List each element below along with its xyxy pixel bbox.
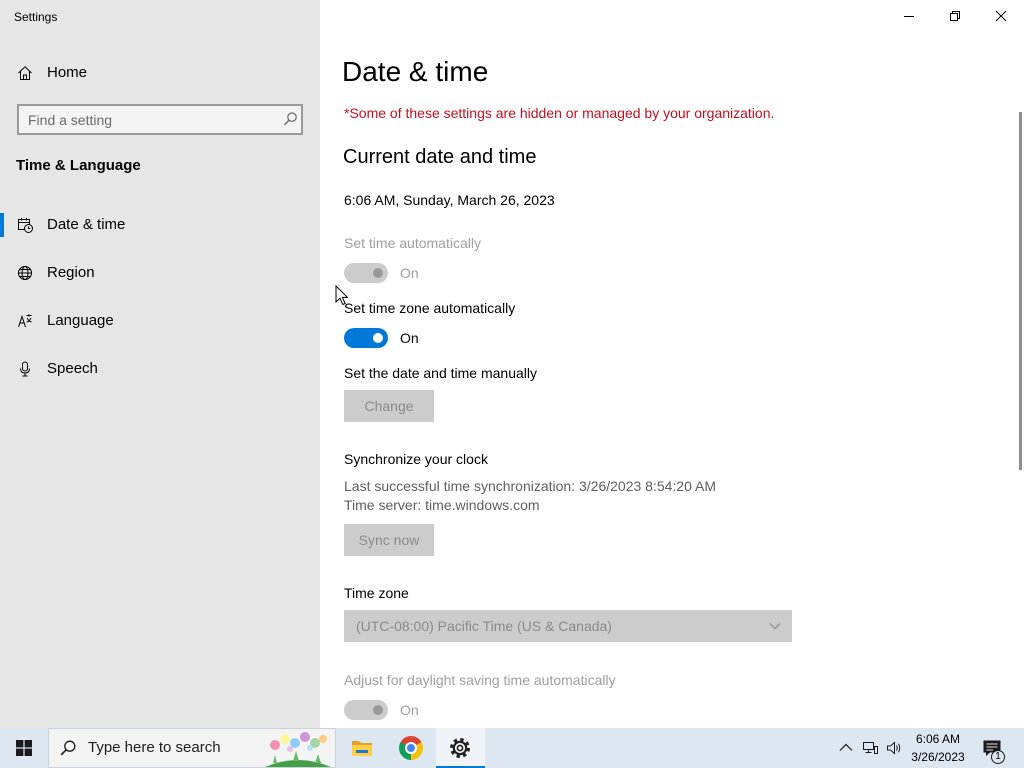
settings-search-box[interactable] xyxy=(17,104,303,135)
language-icon xyxy=(18,314,32,328)
minimize-icon xyxy=(904,16,914,17)
sidebar-item-region[interactable]: Region xyxy=(0,249,320,297)
restore-button[interactable] xyxy=(932,0,978,32)
home-label: Home xyxy=(47,64,88,81)
home-icon xyxy=(18,66,32,80)
dst-auto-state: On xyxy=(400,702,419,718)
change-button[interactable]: Change xyxy=(344,390,434,422)
set-time-zone-auto-state: On xyxy=(400,330,419,346)
selected-indicator xyxy=(0,213,4,237)
sidebar-item-label: Speech xyxy=(47,360,98,377)
start-button[interactable] xyxy=(0,728,48,768)
sidebar-item-label: Language xyxy=(47,312,114,329)
close-icon xyxy=(996,11,1006,21)
file-explorer-icon xyxy=(352,741,372,756)
current-date-time-heading: Current date and time xyxy=(343,146,537,168)
windows-logo-icon xyxy=(16,740,32,756)
settings-gear-icon xyxy=(450,738,470,758)
action-center-button[interactable]: 1 xyxy=(980,728,1010,768)
taskbar-clock[interactable]: 6:06 AM 3/26/2023 xyxy=(906,728,970,768)
settings-search-input[interactable] xyxy=(19,106,269,133)
toggle-knob xyxy=(373,268,383,278)
org-managed-notice: *Some of these settings are hidden or ma… xyxy=(344,105,775,121)
sidebar-item-home[interactable]: Home xyxy=(0,49,320,97)
notification-count-badge: 1 xyxy=(991,750,1005,764)
minimize-button[interactable] xyxy=(886,0,932,32)
network-icon[interactable] xyxy=(862,740,878,756)
set-time-auto-toggle[interactable] xyxy=(344,263,388,283)
time-zone-dropdown[interactable]: (UTC-08:00) Pacific Time (US & Canada) xyxy=(344,610,792,642)
clock-time: 6:06 AM xyxy=(915,732,961,746)
dst-auto-label: Adjust for daylight saving time automati… xyxy=(344,672,616,688)
set-time-zone-auto-toggle[interactable] xyxy=(344,328,388,348)
sidebar-item-date-time[interactable]: Date & time xyxy=(0,201,320,249)
sidebar-item-label: Date & time xyxy=(47,216,126,233)
sidebar-item-speech[interactable]: Speech xyxy=(0,345,320,393)
set-time-zone-auto-label: Set time zone automatically xyxy=(344,300,516,316)
taskbar-search-placeholder: Type here to search xyxy=(88,739,221,756)
search-highlight-image xyxy=(265,732,331,767)
date-time-icon xyxy=(18,218,33,233)
clock-date: 3/26/2023 xyxy=(911,750,965,764)
taskbar-chrome[interactable] xyxy=(387,728,435,768)
chevron-up-icon[interactable] xyxy=(838,740,854,756)
taskbar-settings[interactable] xyxy=(436,728,485,768)
sidebar-item-label: Region xyxy=(47,264,95,281)
microphone-icon xyxy=(20,361,30,377)
sync-clock-heading: Synchronize your clock xyxy=(344,451,488,467)
sync-now-button[interactable]: Sync now xyxy=(344,524,434,556)
sidebar-item-language[interactable]: Language xyxy=(0,297,320,345)
toggle-knob xyxy=(373,333,383,343)
section-title: Time & Language xyxy=(16,157,141,174)
taskbar-file-explorer[interactable] xyxy=(338,728,386,768)
time-server-text: Time server: time.windows.com xyxy=(344,497,540,513)
set-time-auto-label: Set time automatically xyxy=(344,235,481,251)
chrome-icon-core xyxy=(407,744,415,752)
search-icon[interactable] xyxy=(283,112,297,126)
close-button[interactable] xyxy=(978,0,1024,32)
time-zone-selected-value: (UTC-08:00) Pacific Time (US & Canada) xyxy=(356,618,612,634)
sidebar: Settings Home Time & Language Date & tim… xyxy=(0,0,320,728)
chevron-down-icon xyxy=(769,623,781,630)
toggle-knob xyxy=(373,705,383,715)
time-zone-label: Time zone xyxy=(344,585,409,601)
last-sync-text: Last successful time synchronization: 3/… xyxy=(344,478,716,494)
manual-date-time-label: Set the date and time manually xyxy=(344,365,538,381)
mouse-cursor-icon xyxy=(335,285,348,306)
page-title: Date & time xyxy=(342,56,489,87)
dst-auto-toggle[interactable] xyxy=(344,700,388,720)
scrollbar[interactable] xyxy=(1019,112,1022,470)
globe-icon xyxy=(18,266,32,280)
restore-icon xyxy=(950,11,960,21)
set-time-auto-state: On xyxy=(400,265,419,281)
window-title: Settings xyxy=(14,10,58,24)
volume-icon[interactable] xyxy=(886,740,902,756)
taskbar-search-box[interactable]: Type here to search xyxy=(48,728,336,768)
current-date-time-value: 6:06 AM, Sunday, March 26, 2023 xyxy=(344,192,555,208)
search-icon xyxy=(60,740,76,756)
chrome-icon xyxy=(399,736,423,760)
taskbar: Type here to search 6:06 AM 3/26/2023 1 xyxy=(0,728,1024,768)
